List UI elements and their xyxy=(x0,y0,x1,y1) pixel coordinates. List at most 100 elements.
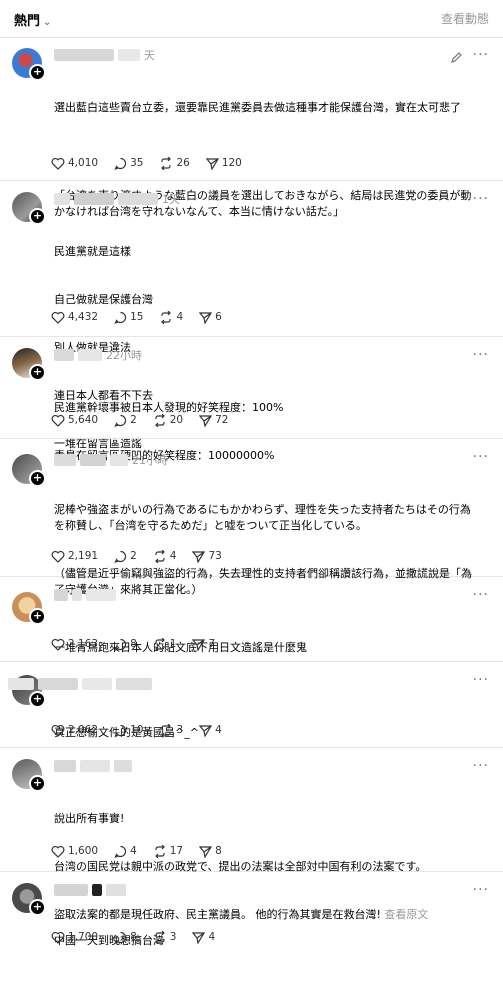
post: + 1天 ··· 民進黨就是這樣 自己做就是保護台灣 別人做就是違法 連日本人都… xyxy=(0,182,503,450)
post-time: 21小時 xyxy=(132,454,168,467)
avatar[interactable]: + xyxy=(12,759,46,792)
avatar[interactable]: + xyxy=(12,454,46,487)
action-bar: 1,700 8 3 4 xyxy=(51,928,231,946)
follow-plus-icon[interactable]: + xyxy=(29,64,46,81)
follow-plus-icon[interactable]: + xyxy=(29,208,46,225)
username[interactable] xyxy=(54,589,68,601)
reply-button[interactable]: 2 xyxy=(114,414,137,427)
like-button[interactable]: 4,432 xyxy=(51,311,98,324)
like-button[interactable]: 5,640 xyxy=(51,414,98,427)
like-button[interactable]: 2,191 xyxy=(51,550,98,563)
feed-header: 熱門 ⌄ 查看動態 xyxy=(0,0,503,38)
post-meta: 天 xyxy=(54,47,155,63)
username xyxy=(80,760,110,772)
like-button[interactable]: 1,600 xyxy=(51,845,98,858)
username[interactable] xyxy=(54,193,70,205)
more-options-icon[interactable]: ··· xyxy=(473,191,489,207)
like-button[interactable]: 1,700 xyxy=(51,931,98,944)
share-count: 4 xyxy=(215,724,222,736)
share-count: 6 xyxy=(215,311,222,323)
post-text-line: 泥棒や強盗まがいの行為であるにもかかわらず、理性を失った支持者たちはその行為を称… xyxy=(54,503,471,532)
share-button[interactable]: 4 xyxy=(199,724,222,737)
post-meta: 1天 xyxy=(54,191,180,207)
like-button[interactable]: 4,010 xyxy=(51,157,98,170)
post-text-line: 說出所有事實! xyxy=(54,812,125,825)
avatar[interactable]: + xyxy=(12,48,46,81)
reply-button[interactable]: 35 xyxy=(114,157,143,170)
more-options-icon[interactable]: ··· xyxy=(473,587,489,603)
share-button[interactable]: 120 xyxy=(205,157,242,170)
follow-plus-icon[interactable]: + xyxy=(29,691,46,708)
avatar[interactable]: + xyxy=(12,348,46,381)
repost-icon xyxy=(154,549,165,563)
view-activity-link[interactable]: 查看動態 xyxy=(441,10,489,27)
follow-plus-icon[interactable]: + xyxy=(29,364,46,381)
like-button[interactable]: 2,163 xyxy=(51,638,98,651)
reply-button[interactable]: 2 xyxy=(114,550,137,563)
more-options-icon[interactable]: ··· xyxy=(473,449,489,465)
share-button[interactable]: 72 xyxy=(199,414,229,427)
more-options-icon[interactable]: ··· xyxy=(473,882,489,898)
more-options-icon[interactable]: ··· xyxy=(473,758,489,774)
username xyxy=(72,589,82,601)
username[interactable] xyxy=(8,678,34,690)
follow-plus-icon[interactable]: + xyxy=(29,775,46,792)
reply-button[interactable]: 8 xyxy=(114,931,137,944)
username[interactable] xyxy=(54,760,76,772)
reply-button[interactable]: 15 xyxy=(114,311,143,324)
reply-button[interactable]: 4 xyxy=(114,845,137,858)
repost-button[interactable]: 26 xyxy=(159,156,190,170)
username xyxy=(86,589,116,601)
share-button[interactable]: 7 xyxy=(192,638,215,651)
repost-button[interactable]: 1 xyxy=(153,637,176,651)
follow-plus-icon[interactable]: + xyxy=(29,608,46,625)
share-count: 7 xyxy=(208,638,216,650)
like-button[interactable]: 2,062 xyxy=(51,724,98,737)
repost-button[interactable]: 4 xyxy=(159,310,183,324)
post: + ··· 一堆青鳥跑來日本人的貼文底下用日文造謠是什麼鬼 2,163 8 1 … xyxy=(0,578,503,662)
username xyxy=(38,678,78,690)
username xyxy=(80,454,106,466)
share-button[interactable]: 4 xyxy=(192,931,215,944)
repost-button[interactable]: 20 xyxy=(153,413,183,427)
send-icon xyxy=(192,638,206,651)
follow-plus-icon[interactable]: + xyxy=(29,899,46,916)
pencil-icon[interactable] xyxy=(450,49,463,68)
repost-icon xyxy=(161,310,172,324)
avatar[interactable]: + xyxy=(12,592,46,625)
share-count: 120 xyxy=(221,157,242,169)
like-count: 4,432 xyxy=(68,311,99,323)
reply-count: 8 xyxy=(130,931,137,943)
repost-button[interactable]: 3 xyxy=(153,930,176,944)
username xyxy=(106,884,126,896)
more-options-icon[interactable]: ··· xyxy=(473,47,489,63)
reply-count: 8 xyxy=(130,638,137,650)
comment-icon xyxy=(114,311,127,324)
repost-count: 17 xyxy=(169,845,184,857)
reply-count: 15 xyxy=(130,311,144,323)
reply-button[interactable]: 8 xyxy=(114,638,137,651)
repost-count: 4 xyxy=(169,550,177,562)
repost-button[interactable]: 17 xyxy=(153,844,184,858)
username[interactable] xyxy=(54,454,76,466)
avatar[interactable]: + xyxy=(12,883,46,916)
post: + 22小時 ··· 民進黨幹壞事被日本人發現的好笑程度：100% 青鳥在留言區… xyxy=(0,338,503,462)
post-meta xyxy=(8,676,156,692)
username[interactable] xyxy=(54,884,88,896)
reply-button[interactable]: 10 xyxy=(114,724,143,737)
share-button[interactable]: 6 xyxy=(199,311,222,324)
more-options-icon[interactable]: ··· xyxy=(473,347,489,363)
username[interactable] xyxy=(54,49,114,61)
repost-button[interactable]: 4 xyxy=(153,549,177,563)
post-time: 天 xyxy=(144,49,155,62)
repost-button[interactable]: 3 xyxy=(159,723,183,737)
post-text-line: 選出藍白這些賣台立委，還要靠民進黨委員去做這種事才能保護台灣，實在太可悲了 xyxy=(54,101,461,114)
username[interactable] xyxy=(54,349,74,361)
share-button[interactable]: 8 xyxy=(199,845,222,858)
repost-icon xyxy=(161,156,172,170)
sort-dropdown[interactable]: 熱門 ⌄ xyxy=(14,10,51,29)
follow-plus-icon[interactable]: + xyxy=(29,470,46,487)
share-button[interactable]: 73 xyxy=(192,550,222,563)
more-options-icon[interactable]: ··· xyxy=(473,672,489,688)
avatar[interactable]: + xyxy=(12,192,46,225)
